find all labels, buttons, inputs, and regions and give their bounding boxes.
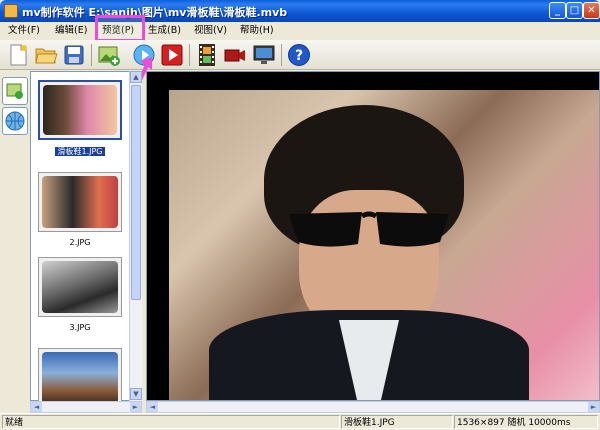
annotation-highlight-box: [95, 15, 145, 42]
list-item[interactable]: 3.JPG: [38, 257, 122, 332]
thumbnail-label: 3.JPG: [69, 323, 91, 332]
thumbnail-frame: [38, 257, 122, 317]
tab-globe[interactable]: [2, 107, 28, 135]
list-item[interactable]: [38, 348, 122, 408]
scroll-left-button[interactable]: ◄: [31, 402, 42, 412]
toolbar-separator: [91, 44, 92, 66]
scroll-right-button[interactable]: ►: [588, 402, 599, 412]
menu-help[interactable]: 帮助(H): [240, 24, 274, 38]
play-red-icon[interactable]: [160, 43, 184, 67]
status-info: 1536×897 随机 10000ms: [454, 415, 598, 429]
status-file: 滑板鞋1.JPG: [341, 415, 453, 429]
tab-images[interactable]: [2, 77, 28, 105]
thumbnail-frame: [38, 172, 122, 232]
menu-view[interactable]: 视图(V): [194, 24, 227, 38]
list-item[interactable]: 2.JPG: [38, 172, 122, 247]
svg-text:?: ?: [295, 48, 303, 64]
thumbnail-label: 2.JPG: [69, 238, 91, 247]
minimize-button[interactable]: _: [549, 2, 566, 19]
image-list-icon: [6, 83, 23, 99]
scroll-down-button[interactable]: ▼: [130, 388, 142, 400]
record-icon[interactable]: [223, 43, 247, 67]
close-button[interactable]: ✕: [583, 2, 600, 19]
preview-panel[interactable]: [146, 71, 600, 401]
thumbnail-image: [42, 176, 118, 228]
menu-bar: 文件(F) 编辑(E) 预览(P) 生成(B) 视图(V) 帮助(H): [0, 22, 600, 40]
list-item[interactable]: 滑板鞋1.JPG: [38, 80, 122, 157]
open-icon[interactable]: [34, 43, 58, 67]
preview-sunglasses: [289, 211, 449, 247]
window-title: mv制作软件 E:\sanjh\图片\mv滑板鞋\滑板鞋.mvb: [22, 6, 288, 19]
add-image-icon[interactable]: [97, 43, 121, 67]
scroll-left-button[interactable]: ◄: [147, 402, 158, 412]
globe-icon: [5, 111, 25, 131]
thumbnail-horizontal-scrollbar[interactable]: ◄ ►: [30, 401, 142, 413]
scroll-up-button[interactable]: ▲: [130, 71, 142, 83]
scrollbar-thumb[interactable]: [131, 85, 141, 300]
thumbnail-image: [43, 85, 117, 135]
menu-file[interactable]: 文件(F): [8, 24, 40, 38]
app-icon: [4, 4, 18, 18]
thumbnail-image: [42, 352, 118, 404]
toolbar-separator: [189, 44, 190, 66]
maximize-button[interactable]: □: [566, 2, 583, 19]
new-icon[interactable]: [6, 43, 30, 67]
preview-horizontal-scrollbar[interactable]: ◄ ►: [146, 401, 600, 413]
screen-icon[interactable]: [252, 43, 276, 67]
thumbnail-list: 滑板鞋1.JPG 2.JPG 3.JPG: [30, 71, 142, 408]
menu-build[interactable]: 生成(B): [148, 24, 181, 38]
help-icon[interactable]: ?: [287, 43, 311, 67]
thumbnail-image: [42, 261, 118, 313]
toolbar-separator: [281, 44, 282, 66]
thumbnail-label: 滑板鞋1.JPG: [55, 147, 105, 156]
film-icon[interactable]: [195, 43, 219, 67]
scroll-right-button[interactable]: ►: [130, 402, 141, 412]
status-text: 就绪: [2, 415, 340, 429]
toolbar: ?: [0, 40, 600, 70]
thumbnail-vertical-scrollbar[interactable]: ▲ ▼: [129, 71, 142, 401]
thumbnail-frame: [38, 80, 122, 140]
save-icon[interactable]: [62, 43, 86, 67]
preview-image: [169, 90, 599, 400]
left-tab-strip: [0, 71, 30, 401]
menu-edit[interactable]: 编辑(E): [55, 24, 87, 38]
status-bar: 就绪 滑板鞋1.JPG 1536×897 随机 10000ms: [0, 413, 600, 430]
title-bar: mv制作软件 E:\sanjh\图片\mv滑板鞋\滑板鞋.mvb _ □ ✕: [0, 0, 600, 22]
thumbnail-frame: [38, 348, 122, 408]
